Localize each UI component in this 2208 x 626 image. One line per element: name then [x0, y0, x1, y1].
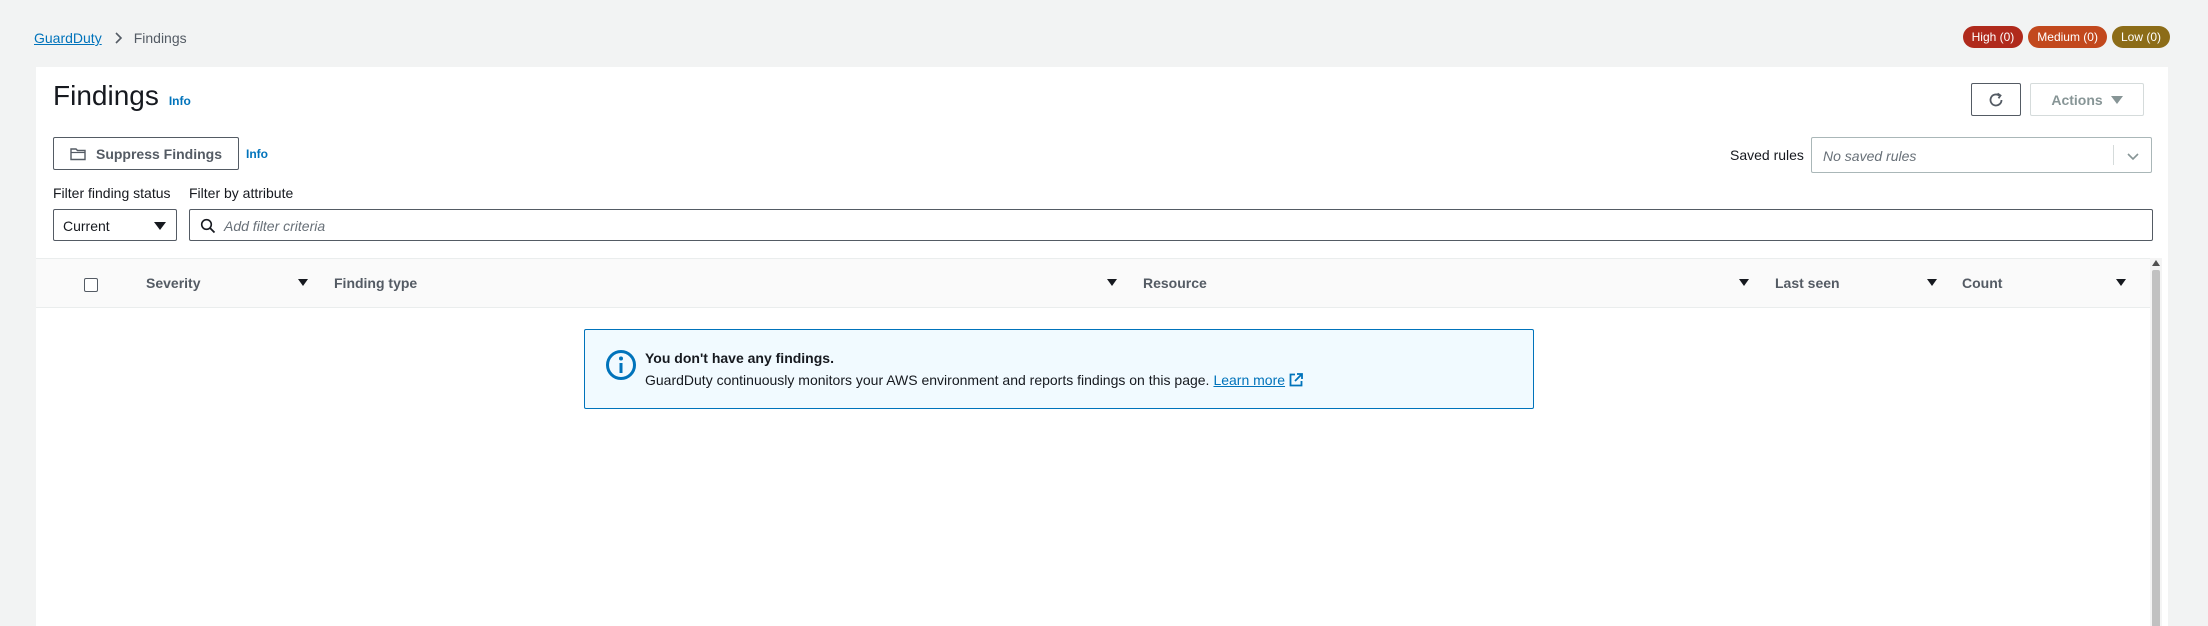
filter-placeholder: Add filter criteria	[224, 218, 326, 234]
filter-attribute-input[interactable]: Add filter criteria	[189, 209, 2153, 241]
saved-rules-label: Saved rules	[1730, 147, 1804, 163]
medium-severity-badge[interactable]: Medium (0)	[2028, 26, 2107, 48]
refresh-icon	[1989, 92, 2003, 106]
external-link-icon[interactable]	[1289, 373, 1303, 387]
sort-caret-icon[interactable]	[298, 279, 308, 286]
caret-down-icon	[154, 222, 166, 230]
actions-label: Actions	[2051, 91, 2103, 108]
scroll-up-icon[interactable]	[2152, 260, 2160, 266]
suppress-findings-label: Suppress Findings	[95, 145, 222, 162]
severity-summary: High (0) Medium (0) Low (0)	[1962, 26, 2170, 48]
sort-caret-icon[interactable]	[1739, 279, 1749, 286]
finding-status-select[interactable]: Current	[53, 209, 177, 241]
select-divider	[2113, 145, 2114, 165]
learn-more-link[interactable]: Learn more	[1213, 372, 1285, 388]
column-header-finding-type[interactable]: Finding type	[334, 275, 417, 291]
search-icon	[200, 218, 216, 234]
column-header-count[interactable]: Count	[1962, 275, 2002, 291]
high-severity-badge[interactable]: High (0)	[1962, 26, 2024, 48]
findings-panel: Findings Info Actions Suppress Findings …	[36, 67, 2168, 626]
actions-button[interactable]: Actions	[2030, 83, 2144, 116]
no-findings-alert: You don't have any findings. GuardDuty c…	[584, 329, 1534, 409]
alert-body-text: GuardDuty continuously monitors your AWS…	[645, 372, 1210, 388]
info-circle-icon	[606, 350, 636, 380]
suppress-info-link[interactable]: Info	[246, 147, 268, 161]
breadcrumb-guardduty-link[interactable]: GuardDuty	[34, 30, 102, 46]
suppress-findings-button[interactable]: Suppress Findings	[53, 137, 239, 170]
alert-body: GuardDuty continuously monitors your AWS…	[645, 372, 1303, 388]
sort-caret-icon[interactable]	[1107, 279, 1117, 286]
finding-status-value: Current	[63, 218, 110, 234]
title-info-link[interactable]: Info	[169, 94, 191, 108]
refresh-button[interactable]	[1971, 83, 2021, 116]
sort-caret-icon[interactable]	[2116, 279, 2126, 286]
title-row: Findings Info	[53, 80, 191, 112]
sort-caret-icon[interactable]	[1927, 279, 1937, 286]
saved-rules-select[interactable]: No saved rules	[1811, 137, 2152, 173]
page-title: Findings	[53, 80, 159, 111]
chevron-right-icon	[115, 32, 122, 44]
table-scrollbar[interactable]	[2150, 258, 2162, 626]
breadcrumb-current: Findings	[133, 30, 187, 46]
column-header-resource[interactable]: Resource	[1143, 275, 1207, 291]
breadcrumb: GuardDuty Findings	[34, 30, 187, 46]
saved-rules-placeholder: No saved rules	[1823, 148, 1917, 164]
alert-heading: You don't have any findings.	[645, 350, 834, 366]
folder-icon	[70, 147, 86, 160]
column-header-last-seen[interactable]: Last seen	[1775, 275, 1840, 291]
low-severity-badge[interactable]: Low (0)	[2111, 26, 2170, 48]
filter-attribute-label: Filter by attribute	[189, 185, 294, 201]
column-header-severity[interactable]: Severity	[146, 275, 200, 291]
caret-down-icon	[2110, 95, 2123, 104]
select-all-checkbox[interactable]	[84, 278, 98, 292]
scrollbar-thumb[interactable]	[2152, 270, 2160, 626]
chevron-down-icon	[2127, 153, 2139, 161]
findings-table-header: Severity Finding type Resource Last seen…	[36, 258, 2150, 308]
filter-status-label: Filter finding status	[53, 185, 171, 201]
